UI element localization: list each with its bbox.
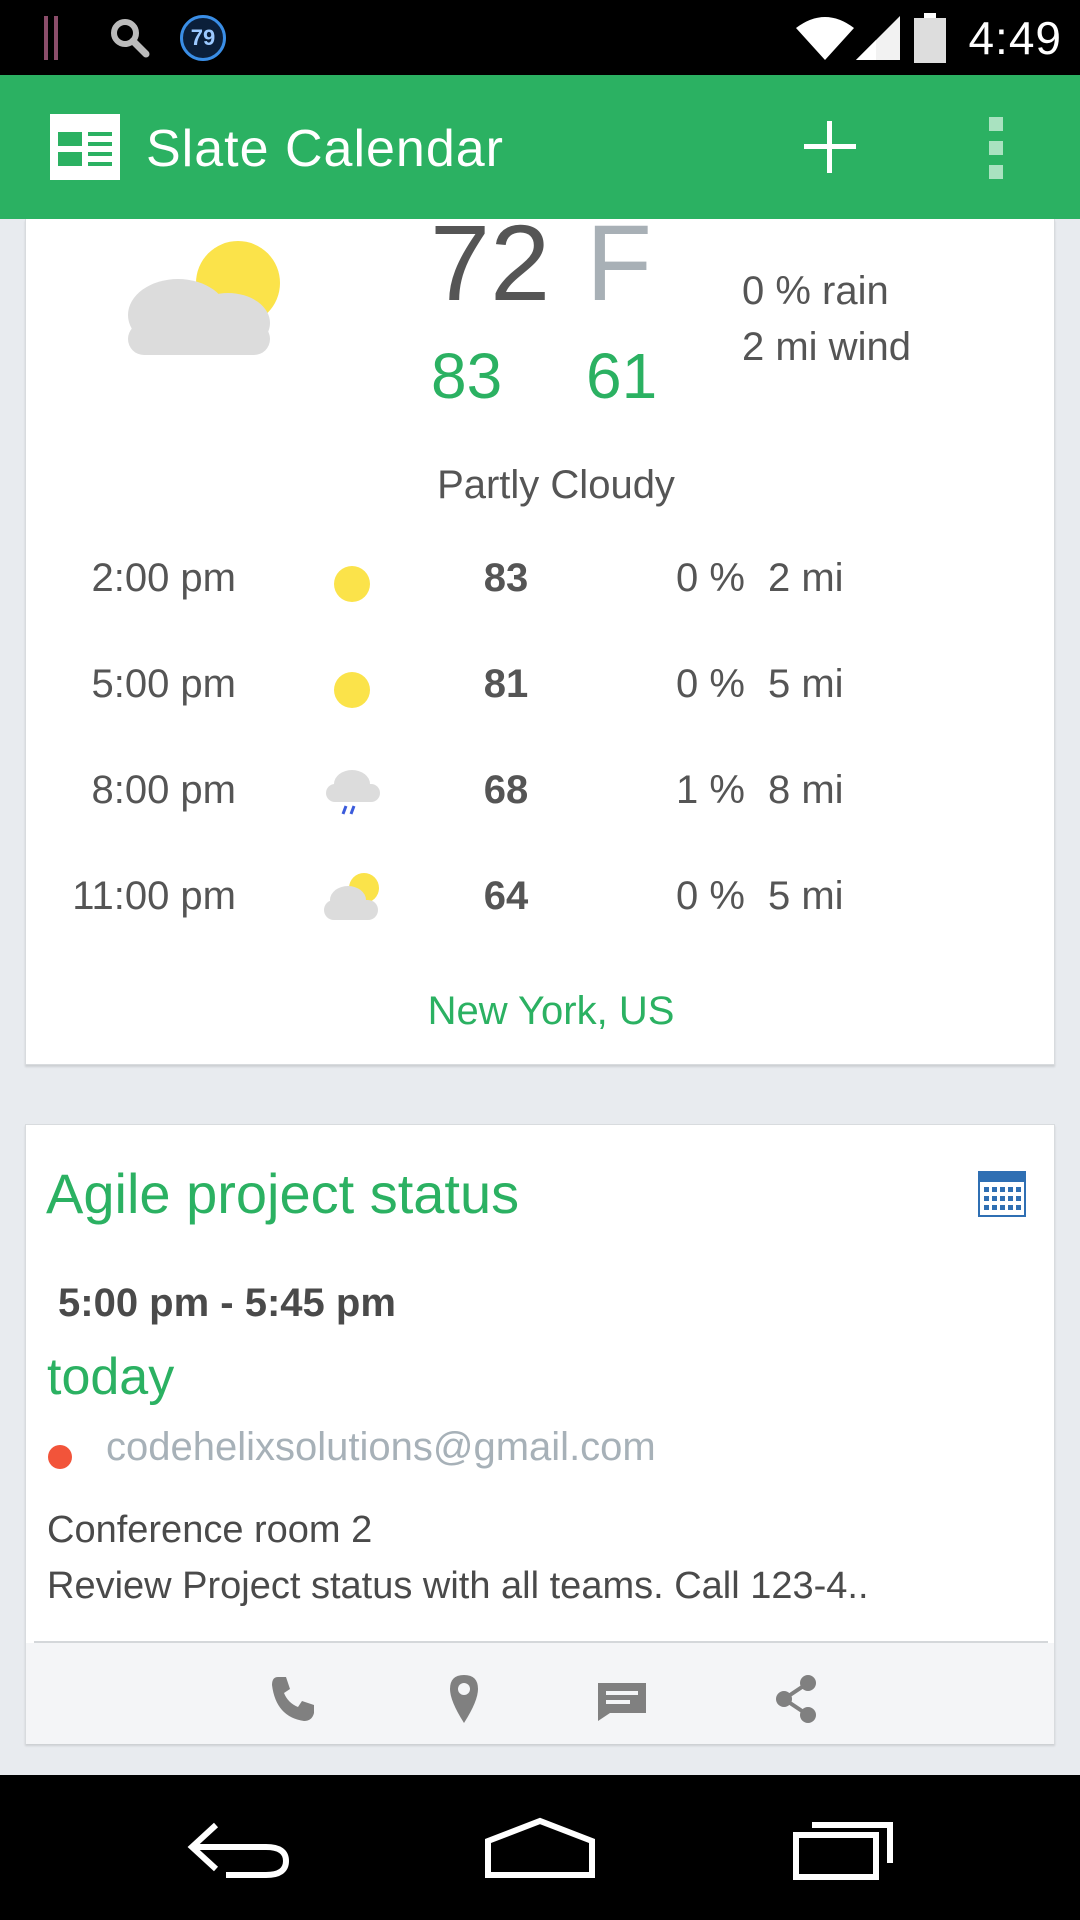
recent-apps-icon[interactable] (790, 1815, 896, 1881)
hour-temperature: 68 (483, 768, 529, 812)
share-icon[interactable] (768, 1671, 824, 1727)
event-day: today (47, 1348, 175, 1406)
notification-bars-icon (44, 16, 62, 60)
hour-rain: 0 % (676, 662, 745, 706)
hour-temperature: 64 (483, 874, 529, 918)
hour-rain: 0 % (676, 874, 745, 918)
weather-location[interactable]: New York, US (26, 989, 1056, 1034)
event-actions (26, 1643, 1054, 1744)
navigation-bar (0, 1775, 1080, 1920)
event-time-range: 5:00 pm - 5:45 pm (58, 1281, 396, 1325)
hour-wind: 5 mi (768, 874, 844, 918)
event-location: Conference room 2 (47, 1509, 373, 1551)
home-icon[interactable] (484, 1815, 596, 1881)
overflow-menu-icon[interactable] (976, 115, 1016, 181)
partly-cloudy-icon (128, 241, 280, 355)
signal-icon (856, 16, 901, 60)
sun-icon (334, 566, 370, 602)
status-right: 4:49 (796, 8, 1062, 68)
hour-wind: 5 mi (768, 662, 844, 706)
app-bar: Slate Calendar (0, 75, 1080, 219)
message-icon[interactable] (594, 1671, 650, 1727)
high-temperature: 83 (431, 340, 503, 412)
hour-time: 2:00 pm (91, 556, 236, 600)
hour-temperature: 81 (483, 662, 529, 706)
status-bar: 79 4:49 (0, 0, 1080, 75)
status-time: 4:49 (968, 12, 1062, 64)
event-account: codehelixsolutions@gmail.com (106, 1425, 656, 1469)
back-icon[interactable] (186, 1815, 292, 1881)
battery-icon (914, 13, 947, 63)
badge-icon: 79 (180, 15, 226, 61)
add-icon[interactable] (800, 117, 860, 177)
wifi-icon (796, 17, 855, 60)
hour-time: 11:00 pm (72, 874, 236, 918)
hour-wind: 8 mi (768, 768, 844, 812)
hourly-row: 2:00 pm 83 0 % 2 mi (26, 538, 1056, 618)
location-pin-icon[interactable] (436, 1671, 492, 1727)
hour-time: 8:00 pm (91, 768, 236, 812)
current-temperature: 72 (430, 202, 551, 323)
hourly-row: 11:00 pm 64 0 % 5 mi (26, 856, 1056, 936)
status-left: 79 (44, 14, 226, 62)
hour-time: 5:00 pm (91, 662, 236, 706)
temperature-unit: F (586, 202, 652, 323)
calendar-list-icon (50, 114, 120, 180)
hourly-row: 5:00 pm 81 0 % 5 mi (26, 644, 1056, 724)
calendar-icon[interactable] (978, 1171, 1026, 1217)
search-icon (111, 19, 150, 58)
hour-wind: 2 mi (768, 556, 844, 600)
hour-rain: 1 % (676, 768, 745, 812)
partly-cloudy-icon (324, 873, 379, 920)
calendar-color-dot (48, 1445, 72, 1469)
hourly-row: 8:00 pm 68 1 % 8 mi (26, 750, 1056, 830)
rain-cloud-icon (326, 770, 380, 815)
wind-speed: 2 mi wind (742, 325, 911, 369)
weather-card[interactable]: 72 F 83 61 0 % rain 2 mi wind Partly Clo… (25, 209, 1056, 1065)
phone-icon[interactable] (264, 1671, 320, 1727)
event-description: Review Project status with all teams. Ca… (47, 1565, 869, 1607)
hour-temperature: 83 (483, 556, 529, 600)
low-temperature: 61 (586, 340, 658, 412)
sun-icon (334, 672, 370, 708)
event-title: Agile project status (46, 1162, 520, 1225)
app-title: Slate Calendar (146, 120, 504, 178)
hour-rain: 0 % (676, 556, 745, 600)
rain-chance: 0 % rain (742, 269, 889, 313)
weather-condition: Partly Cloudy (437, 463, 675, 507)
event-card[interactable]: Agile project status 5:00 pm - 5:45 pm t… (25, 1124, 1055, 1744)
